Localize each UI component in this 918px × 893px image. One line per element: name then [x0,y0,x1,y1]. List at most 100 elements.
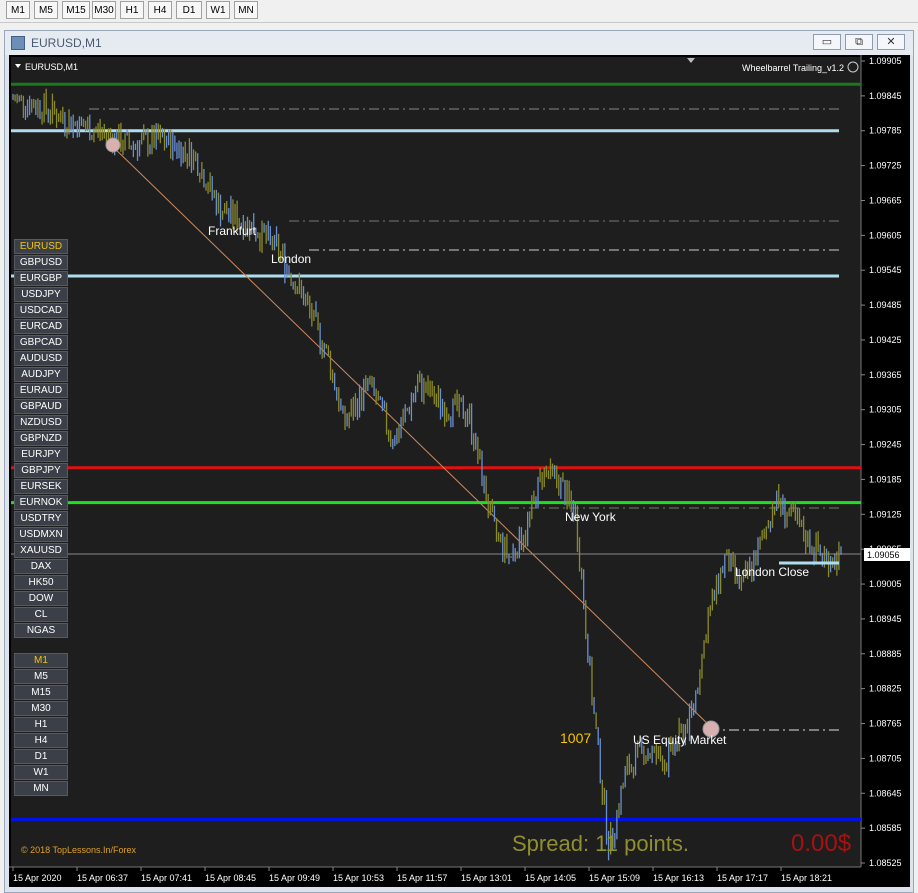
symbol-button-gbpusd[interactable]: GBPUSD [14,255,68,270]
price-tick-label: 1.08825 [869,684,902,694]
symbol-button-usdjpy[interactable]: USDJPY [14,287,68,302]
time-tick-label: 15 Apr 06:37 [77,873,128,883]
chart-symbol-label: EURUSD,M1 [25,62,78,72]
symbol-button-gbpjpy[interactable]: GBPJPY [14,463,68,478]
price-tick-label: 1.09245 [869,440,902,450]
symbol-button-usdcad[interactable]: USDCAD [14,303,68,318]
price-tick-label: 1.09365 [869,370,902,380]
symbol-button-cl[interactable]: CL [14,607,68,622]
price-tick-label: 1.08645 [869,788,902,798]
session-label-london-close: London Close [735,565,809,579]
toolbar-tf-m30[interactable]: M30 [92,1,116,19]
symbol-button-dow[interactable]: DOW [14,591,68,606]
time-tick-label: 15 Apr 10:53 [333,873,384,883]
copyright-label: © 2018 TopLessons.In/Forex [21,845,137,855]
symbol-button-euraud[interactable]: EURAUD [14,383,68,398]
indicator-label: Wheelbarrel Trailing_v1.2 [742,63,844,73]
symbol-button-eurgbp[interactable]: EURGBP [14,271,68,286]
window-title: EURUSD,M1 [31,36,102,50]
panel-tf-m5[interactable]: M5 [14,669,68,684]
price-tick-label: 1.09845 [869,91,902,101]
panel-tf-m1[interactable]: M1 [14,653,68,668]
session-label-us-equity: US Equity Market [633,733,727,747]
close-button[interactable]: ✕ [877,34,905,50]
minimize-button[interactable]: ▭ [813,34,841,50]
symbol-button-eurjpy[interactable]: EURJPY [14,447,68,462]
time-tick-label: 15 Apr 15:09 [589,873,640,883]
count-label: 1007 [560,730,591,746]
session-label-london: London [271,252,311,266]
symbol-button-eursek[interactable]: EURSEK [14,479,68,494]
price-tick-label: 1.09425 [869,335,902,345]
time-tick-label: 15 Apr 2020 [13,873,62,883]
time-tick-label: 15 Apr 18:21 [781,873,832,883]
symbol-button-eurcad[interactable]: EURCAD [14,319,68,334]
panel-tf-h1[interactable]: H1 [14,717,68,732]
price-tick-label: 1.09605 [869,230,902,240]
time-tick-label: 15 Apr 08:45 [205,873,256,883]
window-titlebar[interactable]: EURUSD,M1 ▭ ⧉ ✕ [5,31,913,55]
price-tick-label: 1.08705 [869,753,902,763]
panel-tf-d1[interactable]: D1 [14,749,68,764]
symbol-button-hk50[interactable]: HK50 [14,575,68,590]
toolbar-tf-m15[interactable]: M15 [62,1,90,19]
toolbar-tf-h4[interactable]: H4 [148,1,172,19]
price-tick-label: 1.09725 [869,161,902,171]
current-price-text: 1.09056 [867,550,900,560]
price-tick-label: 1.08585 [869,823,902,833]
symbol-button-usdmxn[interactable]: USDMXN [14,527,68,542]
price-tick-label: 1.08765 [869,719,902,729]
toolbar-tf-h1[interactable]: H1 [120,1,144,19]
symbol-button-gbpnzd[interactable]: GBPNZD [14,431,68,446]
time-tick-label: 15 Apr 07:41 [141,873,192,883]
toolbar-tf-d1[interactable]: D1 [176,1,202,19]
symbol-button-nzdusd[interactable]: NZDUSD [14,415,68,430]
symbol-button-usdtry[interactable]: USDTRY [14,511,68,526]
price-tick-label: 1.09305 [869,405,902,415]
toolbar-tf-m5[interactable]: M5 [34,1,58,19]
time-tick-label: 15 Apr 09:49 [269,873,320,883]
price-tick-label: 1.08525 [869,858,902,868]
price-tick-label: 1.09545 [869,265,902,275]
symbol-button-audusd[interactable]: AUDUSD [14,351,68,366]
price-chart[interactable]: Frankfurt London New York US Equity Mark… [9,55,910,887]
symbol-button-gbpcad[interactable]: GBPCAD [14,335,68,350]
symbol-button-ngas[interactable]: NGAS [14,623,68,638]
panel-tf-mn[interactable]: MN [14,781,68,796]
toolbar-tf-w1[interactable]: W1 [206,1,230,19]
symbol-button-audjpy[interactable]: AUDJPY [14,367,68,382]
price-tick-label: 1.08885 [869,649,902,659]
timeframe-toolbar: M1 M5 M15 M30 H1 H4 D1 W1 MN [0,0,918,23]
symbol-button-gbpaud[interactable]: GBPAUD [14,399,68,414]
time-tick-label: 15 Apr 14:05 [525,873,576,883]
restore-button[interactable]: ⧉ [845,34,873,50]
chart-window-icon [11,36,25,50]
symbol-button-eurusd[interactable]: EURUSD [14,239,68,254]
time-tick-label: 15 Apr 17:17 [717,873,768,883]
price-tick-label: 1.09125 [869,509,902,519]
spread-label: Spread: 11 points. [512,831,689,856]
panel-tf-w1[interactable]: W1 [14,765,68,780]
session-label-new-york: New York [565,510,617,524]
symbol-button-eurnok[interactable]: EURNOK [14,495,68,510]
panel-tf-m30[interactable]: M30 [14,701,68,716]
symbol-button-dax[interactable]: DAX [14,559,68,574]
symbol-button-xauusd[interactable]: XAUUSD [14,543,68,558]
time-tick-label: 15 Apr 11:57 [397,873,447,883]
panel-tf-h4[interactable]: H4 [14,733,68,748]
toolbar-tf-m1[interactable]: M1 [6,1,30,19]
price-tick-label: 1.09665 [869,195,902,205]
price-tick-label: 1.09485 [869,300,902,310]
price-tick-label: 1.08945 [869,614,902,624]
time-tick-label: 15 Apr 13:01 [461,873,512,883]
price-tick-label: 1.09005 [869,579,902,589]
time-tick-label: 15 Apr 16:13 [653,873,704,883]
price-tick-label: 1.09185 [869,474,902,484]
profit-label: 0.00$ [791,830,851,857]
panel-tf-m15[interactable]: M15 [14,685,68,700]
trend-start-marker[interactable] [105,137,121,153]
session-label-frankfurt: Frankfurt [208,224,257,238]
toolbar-tf-mn[interactable]: MN [234,1,258,19]
plot-area [11,57,861,867]
price-tick-label: 1.09785 [869,126,902,136]
